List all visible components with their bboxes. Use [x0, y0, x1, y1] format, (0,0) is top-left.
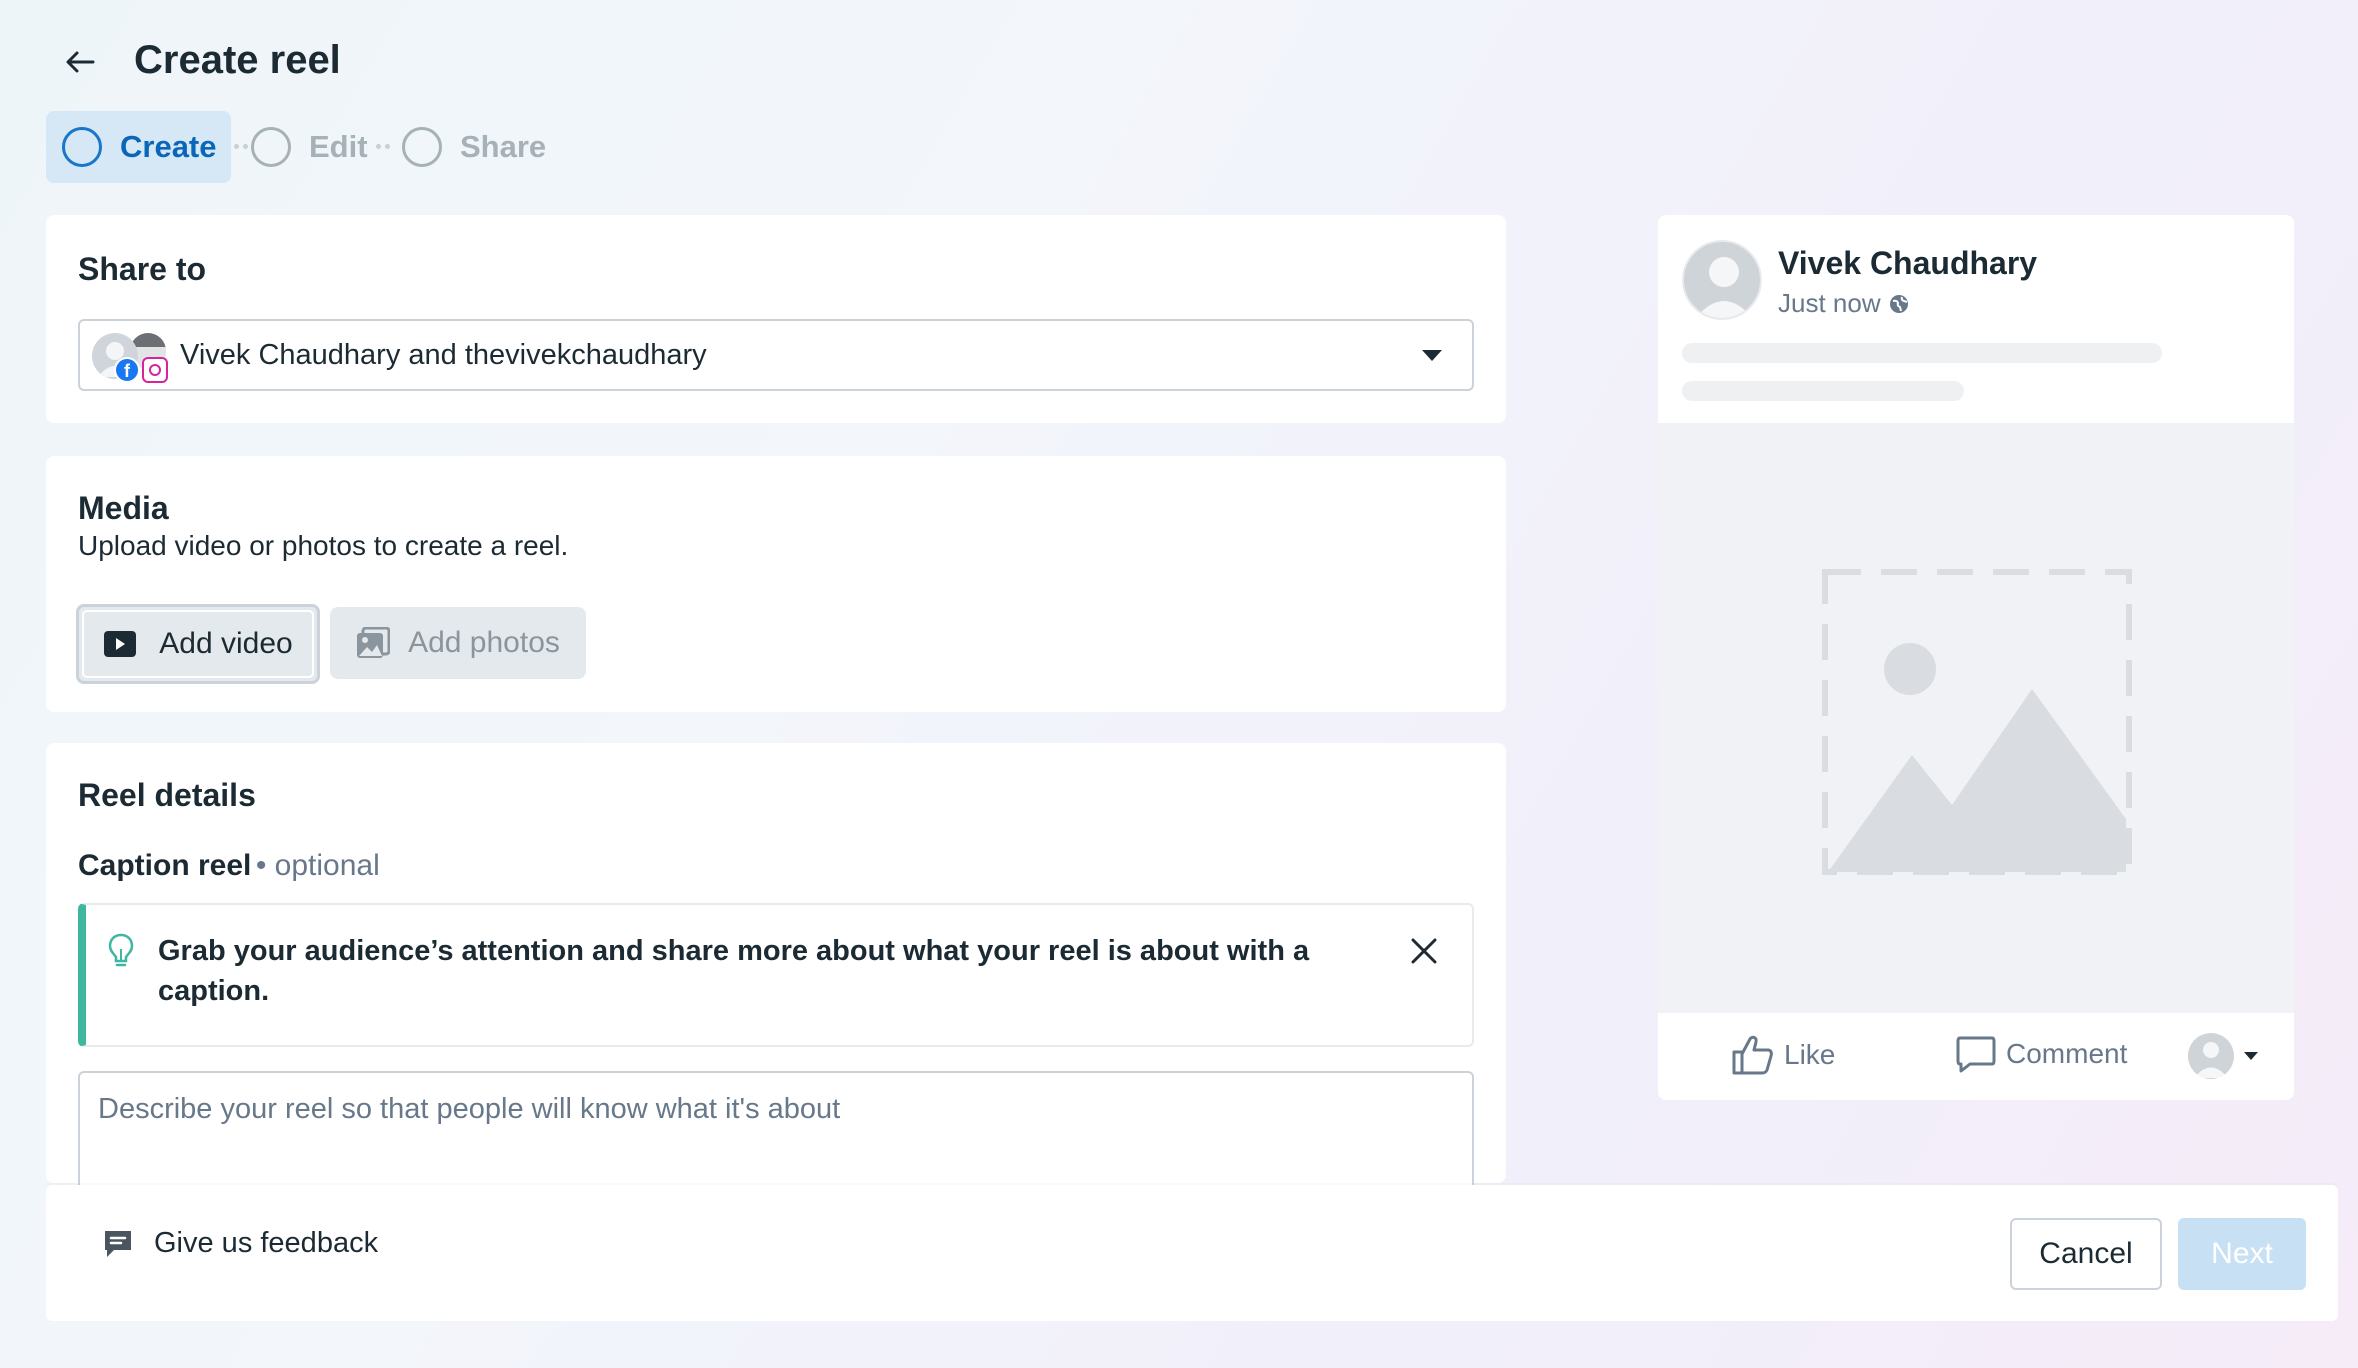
caption-tip-text: Grab your audience’s attention and share… — [158, 935, 1310, 1007]
close-tip-button[interactable] — [1404, 931, 1444, 971]
give-feedback-button[interactable]: Give us feedback — [102, 1227, 378, 1260]
facebook-icon: f — [114, 357, 140, 383]
media-subtitle: Upload video or photos to create a reel. — [78, 530, 569, 561]
avatar — [2188, 1033, 2234, 1079]
media-card: Media Upload video or photos to create a… — [46, 456, 1506, 712]
caption-label: Caption reel — [78, 849, 252, 882]
stepper-connector — [376, 144, 390, 150]
share-to-value: Vivek Chaudhary and thevivekchaudhary — [180, 338, 707, 371]
step-create-indicator-icon — [62, 127, 102, 167]
chevron-down-icon — [1422, 349, 1442, 361]
step-create[interactable]: Create — [46, 111, 231, 183]
reel-details-title: Reel details — [78, 777, 256, 813]
step-edit[interactable]: Edit — [251, 111, 368, 183]
instagram-icon — [142, 357, 168, 383]
reel-details-card: Reel details Caption reel • optional Gra… — [46, 743, 1506, 1211]
share-to-select[interactable]: f Vivek Chaudhary and thevivekchaudhary — [78, 319, 1474, 391]
caption-optional-label: optional — [274, 849, 380, 882]
account-avatars: f — [90, 327, 172, 383]
caption-separator: • — [255, 849, 275, 882]
preview-author-name: Vivek Chaudhary — [1778, 245, 2038, 281]
cancel-button[interactable]: Cancel — [2010, 1218, 2162, 1290]
text-placeholder-line — [1682, 343, 2162, 363]
preview-action-bar: Like Comment — [1658, 1013, 2294, 1100]
step-share[interactable]: Share — [402, 111, 546, 183]
add-video-button[interactable]: Add video — [76, 604, 320, 684]
comment-button[interactable]: Comment — [1956, 1035, 2127, 1073]
feedback-label: Give us feedback — [154, 1227, 379, 1259]
step-share-indicator-icon — [402, 127, 442, 167]
video-icon — [104, 631, 137, 657]
add-video-label: Add video — [159, 627, 293, 660]
caption-label-row: Caption reel • optional — [78, 849, 380, 883]
reel-preview-card: Vivek Chaudhary Just now Like Comment — [1658, 215, 2294, 1100]
close-icon — [1411, 938, 1437, 964]
preview-time-label: Just now — [1778, 288, 1881, 318]
page-title: Create reel — [134, 38, 341, 82]
stepper-connector — [234, 144, 248, 150]
footer-bar: Give us feedback Cancel Next — [46, 1185, 2338, 1321]
arrow-left-icon — [66, 51, 95, 73]
share-to-title: Share to — [78, 251, 207, 287]
step-edit-label: Edit — [309, 129, 368, 164]
chevron-down-icon — [2244, 1052, 2258, 1060]
add-photos-label: Add photos — [408, 626, 560, 659]
feedback-icon — [105, 1230, 131, 1257]
step-create-label: Create — [120, 129, 217, 164]
step-edit-indicator-icon — [251, 127, 291, 167]
image-placeholder-icon — [1822, 569, 2132, 875]
share-to-card: Share to f Vivek Chaudhary and thevivekc… — [46, 215, 1506, 423]
comment-label: Comment — [2006, 1038, 2128, 1069]
like-button[interactable]: Like — [1732, 1035, 1835, 1075]
globe-icon — [1889, 294, 1908, 313]
photos-icon — [357, 627, 391, 658]
like-label: Like — [1784, 1039, 1836, 1070]
media-title: Media — [78, 490, 169, 526]
add-photos-button[interactable]: Add photos — [330, 607, 586, 679]
back-button[interactable] — [56, 38, 104, 86]
text-placeholder-line — [1682, 381, 1964, 401]
comment-icon — [1956, 1036, 1996, 1073]
caption-tip: Grab your audience’s attention and share… — [78, 903, 1474, 1047]
thumbs-up-icon — [1732, 1035, 1773, 1075]
preview-media-area — [1658, 423, 2294, 1013]
reaction-profile-selector[interactable] — [2188, 1033, 2258, 1079]
next-button[interactable]: Next — [2178, 1218, 2306, 1290]
step-share-label: Share — [460, 129, 547, 164]
preview-timestamp: Just now — [1778, 288, 1909, 319]
avatar — [1682, 240, 1762, 320]
lightbulb-icon — [108, 933, 134, 967]
